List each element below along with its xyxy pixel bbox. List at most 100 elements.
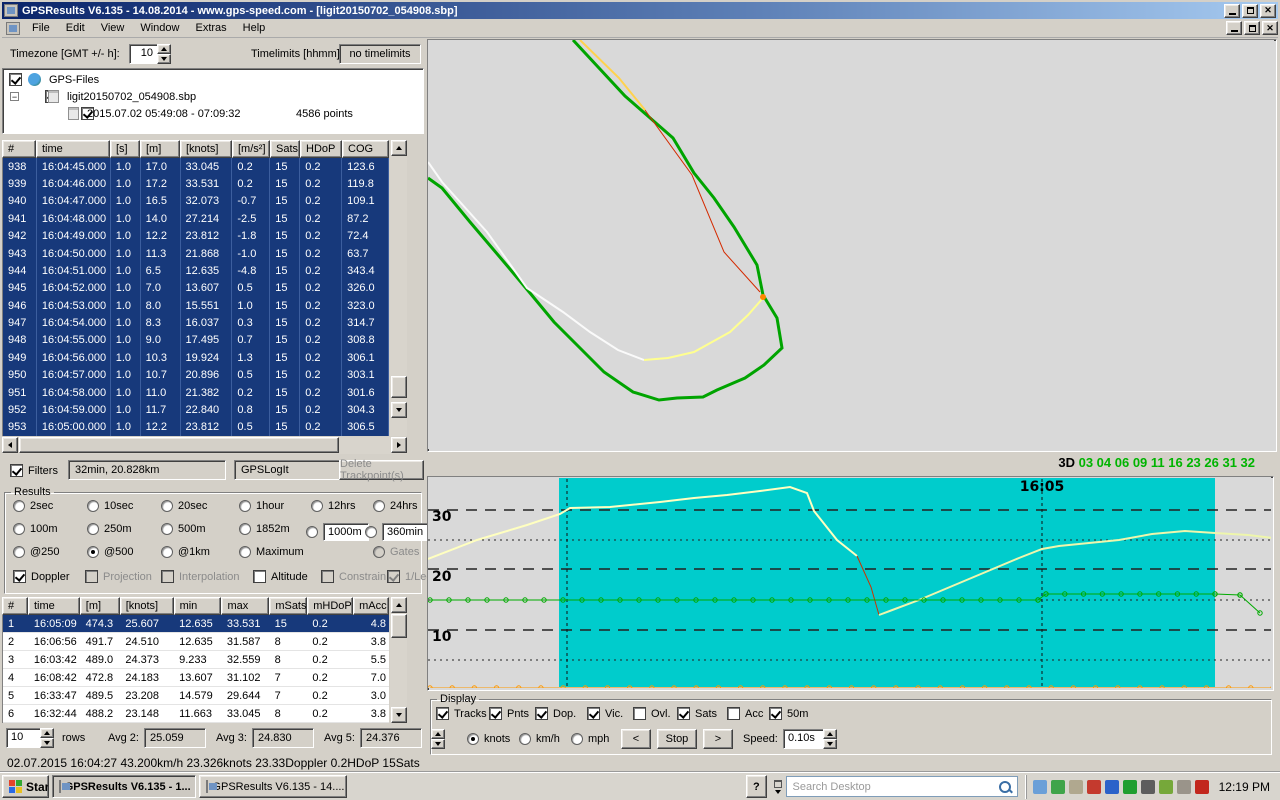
table-row[interactable]: 95016:04:57.0001.010.720.8960.5150.2303.… — [3, 367, 389, 384]
tree-file-label[interactable]: ligit20150702_054908.sbp — [67, 91, 196, 103]
tray-sync-error-icon[interactable] — [1195, 780, 1209, 794]
search-desktop-input[interactable]: Search Desktop — [786, 776, 1018, 797]
constrain-checkbox[interactable]: Constrain — [321, 570, 386, 583]
restore-button[interactable] — [1242, 4, 1258, 18]
radio-1hour[interactable]: 1hour — [239, 500, 284, 512]
acc-checkbox[interactable]: Acc — [727, 707, 763, 720]
table-row[interactable]: 94516:04:52.0001.07.013.6070.5150.2326.0 — [3, 280, 389, 297]
radio-at1km[interactable]: @1km — [161, 546, 210, 558]
doppler-checkbox[interactable]: Doppler — [13, 570, 70, 583]
table-row[interactable]: 94916:04:56.0001.010.319.9241.3150.2306.… — [3, 349, 389, 366]
menu-extras[interactable]: Extras — [187, 20, 234, 36]
menu-file[interactable]: File — [24, 20, 58, 36]
ovl-checkbox[interactable]: Ovl. — [633, 707, 671, 720]
logger-type-field[interactable]: GPSLogIt — [234, 460, 352, 480]
help-button[interactable]: ? — [746, 775, 766, 798]
oneleg-checkbox[interactable]: 1/Leg — [387, 570, 433, 583]
tray-shield-error-icon[interactable] — [1087, 780, 1101, 794]
timelimits-value[interactable]: no timelimits — [339, 44, 421, 64]
timezone-value[interactable]: 10 — [129, 44, 157, 64]
column-header[interactable]: Sats — [270, 140, 300, 158]
projection-checkbox[interactable]: Projection — [85, 570, 152, 583]
scroll-up-icon[interactable] — [391, 597, 407, 613]
table-row[interactable]: 94716:04:54.0001.08.316.0370.3150.2314.7 — [3, 314, 389, 331]
column-header[interactable]: mAcc — [353, 597, 389, 615]
speed-up-icon[interactable] — [823, 729, 837, 739]
altitude-checkbox[interactable]: Altitude — [253, 570, 308, 583]
menu-help[interactable]: Help — [235, 20, 274, 36]
column-header[interactable]: [s] — [110, 140, 140, 158]
tray-mouse-icon[interactable] — [1177, 780, 1191, 794]
radio-10sec[interactable]: 10sec — [87, 500, 133, 512]
delete-trackpoints-button[interactable]: Delete Trackpoint(s) — [339, 460, 424, 480]
radio-gates[interactable]: Gates — [373, 546, 419, 558]
radio-12hrs[interactable]: 12hrs — [311, 500, 356, 512]
table-row[interactable]: 95316:05:00.0001.012.223.8120.5150.2306.… — [3, 419, 389, 436]
offset-spinner[interactable] — [431, 729, 445, 749]
start-button[interactable]: Start — [2, 775, 49, 798]
radio-custom-distance[interactable]: 1000m — [306, 523, 369, 541]
radio-1852m[interactable]: 1852m — [239, 523, 290, 535]
column-header[interactable]: time — [36, 140, 110, 158]
column-header[interactable]: COG — [342, 140, 389, 158]
tracks-checkbox[interactable]: Tracks — [436, 707, 487, 720]
table-row[interactable]: 94616:04:53.0001.08.015.5511.0150.2323.0 — [3, 297, 389, 314]
filters-summary-field[interactable]: 32min, 20.828km — [68, 460, 226, 480]
radio-at500[interactable]: @500 — [87, 546, 134, 558]
track-horizontal-scrollbar[interactable] — [2, 437, 407, 454]
rows-up-icon[interactable] — [40, 728, 54, 738]
speed-spinner[interactable]: 0.10s — [783, 729, 837, 749]
tray-disc-icon[interactable] — [1141, 780, 1155, 794]
column-header[interactable]: max — [221, 597, 269, 615]
menu-edit[interactable]: Edit — [58, 20, 93, 36]
track-vertical-scrollbar[interactable] — [390, 140, 407, 436]
table-row[interactable]: 116:05:09474.325.60712.63533.531150.24.8 — [3, 615, 389, 633]
table-row[interactable]: 94116:04:48.0001.014.027.214-2.5150.287.… — [3, 210, 389, 227]
stop-button[interactable]: Stop — [657, 729, 697, 749]
custom-time-field[interactable]: 360min — [382, 523, 432, 541]
filters-checkbox[interactable]: Filters — [10, 464, 58, 477]
column-header[interactable]: [knots] — [120, 597, 174, 615]
table-row[interactable]: 216:06:56491.724.51012.63531.58780.23.8 — [3, 633, 389, 651]
tray-users-error-icon[interactable] — [1051, 780, 1065, 794]
task-button[interactable]: GPSResults V6.135 - 14.... — [199, 775, 347, 798]
table-row[interactable]: 94316:04:50.0001.011.321.868-1.0150.263.… — [3, 245, 389, 262]
table-row[interactable]: 94816:04:55.0001.09.017.4950.7150.2308.8 — [3, 332, 389, 349]
rows-down-icon[interactable] — [40, 738, 54, 748]
scroll-thumb[interactable] — [19, 437, 339, 453]
timezone-spinner[interactable]: 10 — [129, 44, 171, 64]
column-header[interactable]: [m] — [80, 597, 120, 615]
radio-at250[interactable]: @250 — [13, 546, 60, 558]
table-row[interactable]: 93816:04:45.0001.017.033.0450.2150.2123.… — [3, 158, 389, 175]
table-row[interactable]: 616:32:44488.223.14811.66333.04580.23.8 — [3, 705, 389, 723]
toolbar-handle-icon[interactable] — [774, 780, 782, 794]
table-row[interactable]: 316:03:42489.024.3739.23332.55980.25.5 — [3, 651, 389, 669]
speed-value[interactable]: 0.10s — [783, 729, 823, 749]
tree-collapse-icon[interactable]: − — [10, 92, 19, 101]
offset-down-icon[interactable] — [431, 739, 445, 749]
table-row[interactable]: 416:08:42472.824.18313.60731.10270.27.0 — [3, 669, 389, 687]
dop-checkbox[interactable]: Dop. — [535, 707, 576, 720]
table-row[interactable]: 93916:04:46.0001.017.233.5310.2150.2119.… — [3, 175, 389, 192]
mdi-restore-button[interactable] — [1244, 21, 1260, 35]
offset-up-icon[interactable] — [431, 729, 445, 739]
results-vertical-scrollbar[interactable] — [390, 597, 407, 723]
column-header[interactable]: mSats — [269, 597, 307, 615]
timezone-down-icon[interactable] — [157, 54, 171, 64]
radio-knots[interactable]: knots — [467, 733, 510, 745]
table-row[interactable]: 94416:04:51.0001.06.512.635-4.8150.2343.… — [3, 262, 389, 279]
scroll-down-icon[interactable] — [391, 707, 407, 723]
column-header[interactable]: time — [28, 597, 80, 615]
tree-root-checkbox[interactable] — [9, 73, 22, 86]
table-row[interactable]: 94016:04:47.0001.016.532.073-0.7150.2109… — [3, 193, 389, 210]
scroll-thumb[interactable] — [391, 614, 407, 638]
vic-checkbox[interactable]: Vic. — [587, 707, 623, 720]
tray-magnifier-icon[interactable] — [1033, 780, 1047, 794]
timezone-up-icon[interactable] — [157, 44, 171, 54]
fiftym-checkbox[interactable]: 50m — [769, 707, 808, 720]
radio-2sec[interactable]: 2sec — [13, 500, 53, 512]
mdi-minimize-button[interactable] — [1226, 21, 1242, 35]
step-forward-button[interactable]: > — [703, 729, 733, 749]
column-header[interactable]: [knots] — [180, 140, 232, 158]
track-map[interactable] — [427, 39, 1277, 452]
